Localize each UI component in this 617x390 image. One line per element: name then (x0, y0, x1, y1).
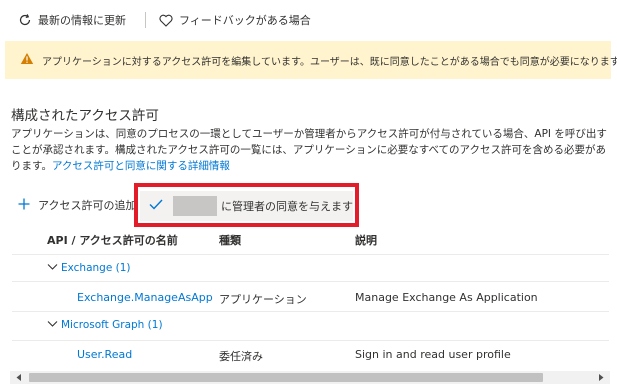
permission-link-user-read[interactable]: User.Read (77, 348, 132, 361)
plus-icon (18, 198, 30, 213)
heart-icon (159, 14, 173, 27)
arrow-left-icon[interactable] (14, 373, 24, 382)
refresh-icon (18, 13, 32, 27)
permission-description: Sign in and read user profile (355, 348, 511, 361)
column-header-description[interactable]: 説明 (355, 232, 377, 248)
permission-type: アプリケーション (219, 293, 307, 306)
row-divider (12, 254, 609, 255)
group-header-exchange[interactable]: Exchange (1) (47, 262, 131, 274)
group-header-microsoft-graph[interactable]: Microsoft Graph (1) (47, 319, 163, 331)
feedback-label: フィードバックがある場合 (179, 14, 311, 27)
command-bar: 最新の情報に更新 フィードバックがある場合 (0, 0, 617, 38)
section-title: 構成されたアクセス許可 (11, 108, 159, 124)
chevron-down-icon (47, 262, 58, 274)
column-header-type[interactable]: 種類 (219, 232, 241, 248)
feedback-button[interactable]: フィードバックがある場合 (159, 12, 311, 28)
warning-icon (20, 52, 34, 68)
section-description: アプリケーションは、同意のプロセスの一環としてユーザーか管理者からアクセス許可が… (11, 126, 608, 174)
group-label: Exchange (1) (61, 262, 131, 274)
row-divider (12, 281, 609, 282)
warning-text: アプリケーションに対するアクセス許可を編集しています。ユーザーは、既に同意したこ… (42, 56, 617, 68)
permission-type: 委任済み (219, 350, 263, 363)
permission-description: Manage Exchange As Application (355, 291, 538, 304)
learn-more-link[interactable]: アクセス許可と同意に関する詳細情報 (52, 160, 230, 172)
permission-link-exchange-manageasapp[interactable]: Exchange.ManageAsApp (77, 291, 213, 304)
scrollbar-thumb[interactable] (29, 373, 543, 382)
column-header-name[interactable]: API / アクセス許可の名前 (47, 232, 178, 248)
add-permission-label: アクセス許可の追加 (38, 199, 137, 212)
highlight-box (134, 183, 359, 227)
group-label: Microsoft Graph (1) (61, 319, 163, 331)
chevron-down-icon (47, 319, 58, 331)
toolbar-divider (145, 12, 146, 28)
refresh-label: 最新の情報に更新 (38, 14, 126, 27)
row-divider (12, 311, 609, 312)
warning-banner: アプリケーションに対するアクセス許可を編集しています。ユーザーは、既に同意したこ… (5, 41, 617, 79)
add-permission-button[interactable]: アクセス許可の追加 (18, 197, 136, 213)
arrow-right-icon[interactable] (596, 373, 606, 382)
refresh-button[interactable]: 最新の情報に更新 (18, 12, 126, 28)
row-divider (12, 340, 609, 341)
